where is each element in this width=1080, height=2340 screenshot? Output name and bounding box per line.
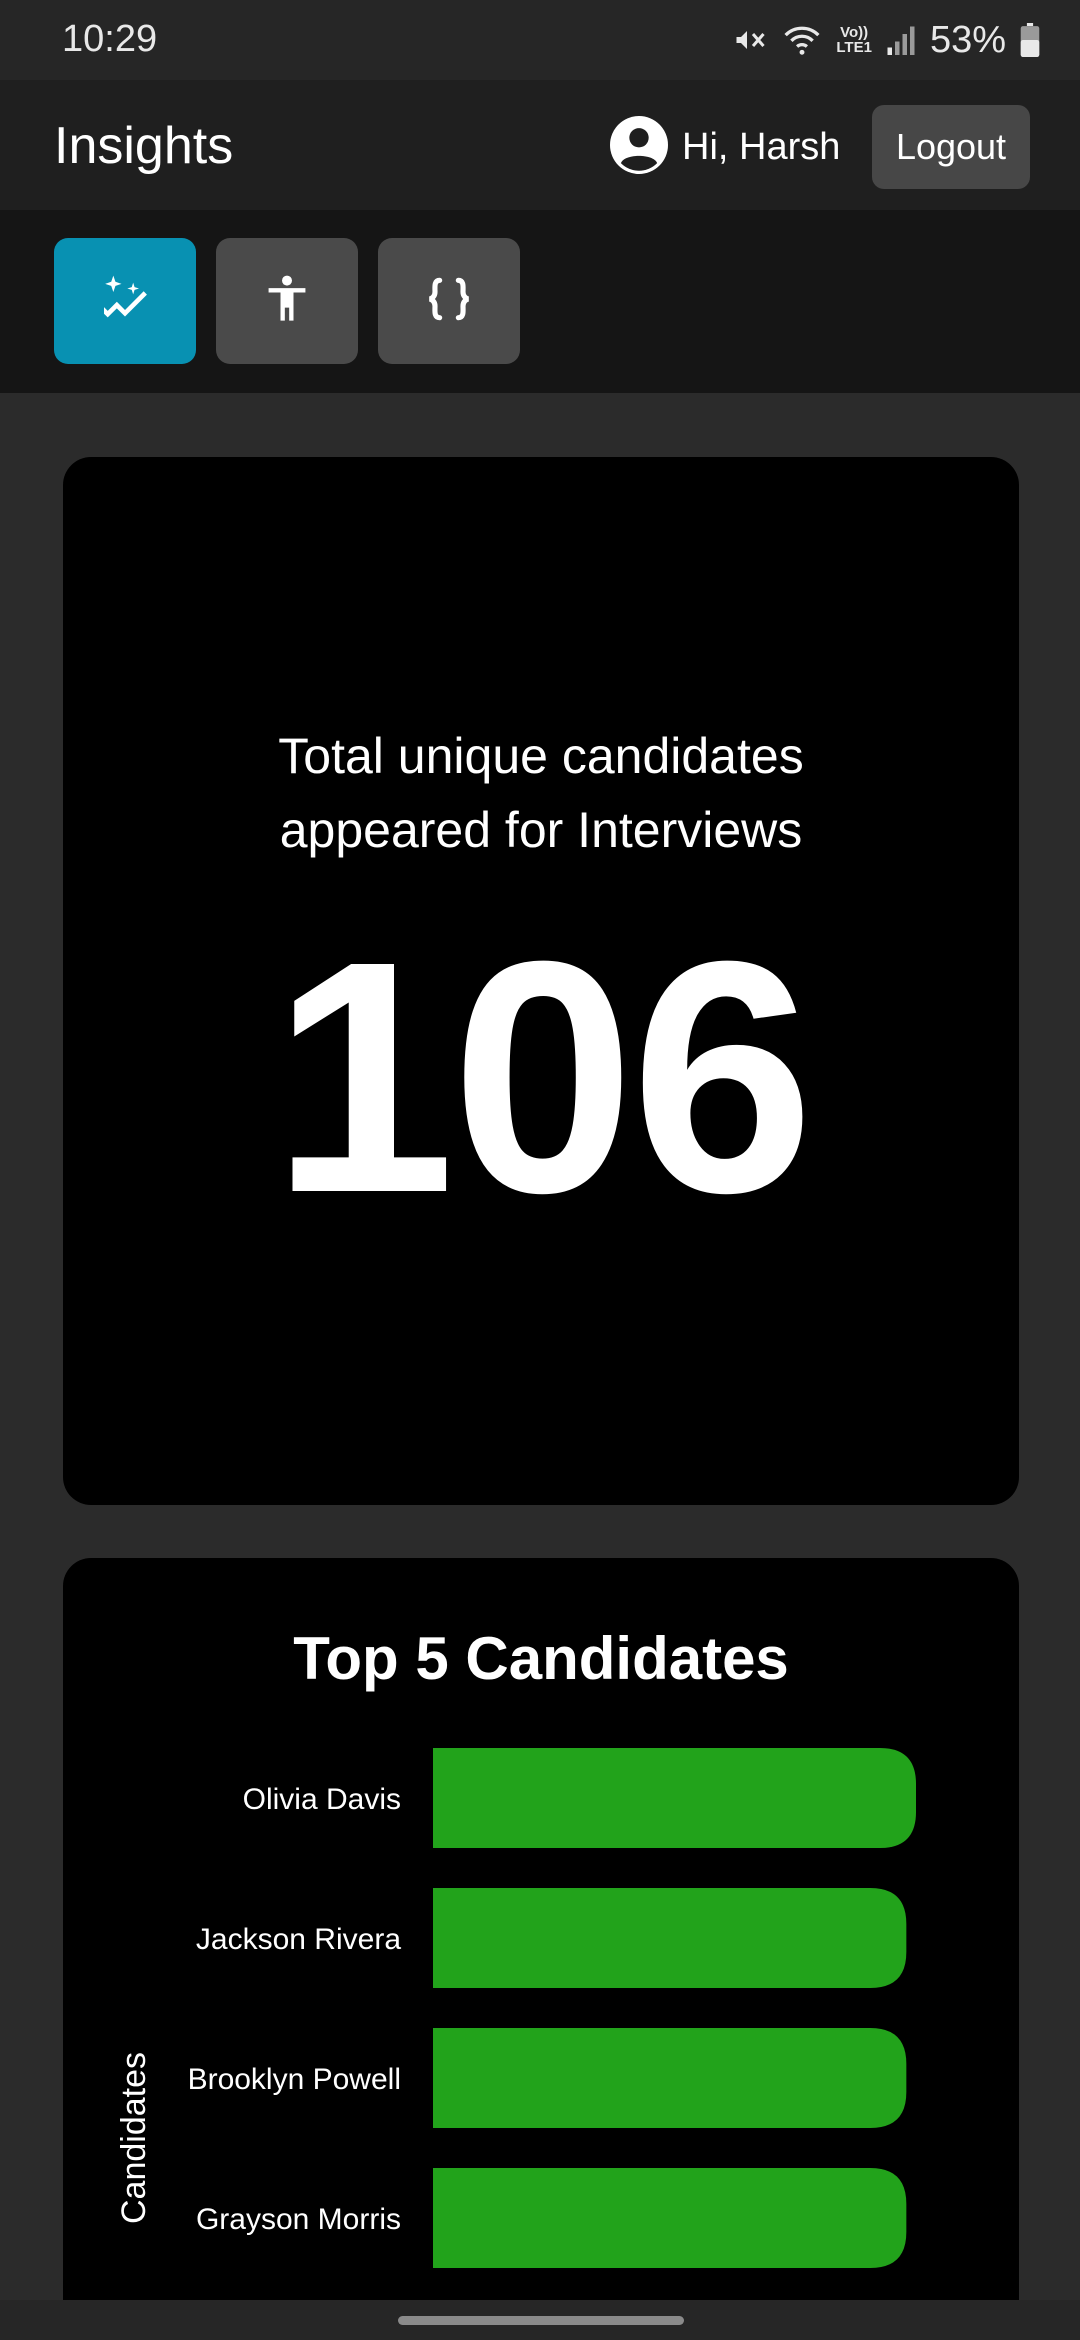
- tab-accessibility[interactable]: [216, 238, 358, 364]
- status-icons: Vo)) LTE1 53%: [732, 16, 1040, 64]
- page-title: Insights: [54, 117, 234, 175]
- top-candidates-card: Top 5 Candidates Candidates Olivia Davis J…: [63, 1558, 1019, 2340]
- battery-icon: [1020, 23, 1040, 57]
- bar[interactable]: [433, 1888, 907, 1988]
- category-label: Grayson Morris: [196, 2203, 401, 2236]
- mute-icon: [732, 22, 768, 58]
- tab-insights[interactable]: [54, 238, 196, 364]
- greeting-text: Hi, Harsh: [682, 125, 841, 168]
- bar[interactable]: [433, 2168, 907, 2268]
- status-time: 10:29: [62, 18, 158, 60]
- category-label: Jackson Rivera: [196, 1923, 401, 1956]
- stat-value: 106: [271, 892, 815, 1261]
- stat-label-line2: appeared for Interviews: [279, 802, 803, 858]
- category-label: Olivia Davis: [243, 1783, 401, 1816]
- insights-sparkle-icon: [97, 271, 153, 332]
- category-label: Brooklyn Powell: [188, 2063, 401, 2096]
- top-candidates-chart: Candidates Olivia Davis Jackson Rivera Broo…: [115, 1748, 916, 2268]
- stat-label-line1: Total unique candidates: [278, 728, 804, 784]
- bar[interactable]: [433, 1748, 916, 1848]
- stat-label: Total unique candidates appeared for Int…: [63, 719, 1019, 867]
- volte-bottom: LTE1: [836, 39, 872, 56]
- home-gesture-handle[interactable]: [398, 2316, 684, 2325]
- status-bar: 10:29 Vo)) LTE1 53%: [0, 0, 1080, 80]
- section-tabs: [0, 210, 1080, 393]
- system-nav-bar: [0, 2300, 1080, 2340]
- logout-button[interactable]: Logout: [872, 105, 1030, 189]
- accessibility-person-icon: [261, 273, 313, 330]
- y-axis-label: Candidates: [115, 2052, 153, 2224]
- wifi-icon: [782, 22, 822, 58]
- bar[interactable]: [433, 2028, 907, 2128]
- unique-candidates-card: Total unique candidates appeared for Int…: [63, 457, 1019, 1505]
- code-braces-icon: [421, 271, 477, 332]
- volte-top: Vo)): [840, 24, 869, 41]
- app-header: Insights Hi, Harsh Logout: [0, 80, 1080, 210]
- signal-icon: [886, 23, 916, 57]
- account-circle-icon: [610, 115, 668, 179]
- user-greeting: Hi, Harsh: [610, 115, 840, 179]
- battery-percent: 53%: [929, 18, 1006, 61]
- volte-icon: Vo)) LTE1: [836, 25, 872, 55]
- tab-code[interactable]: [378, 238, 520, 364]
